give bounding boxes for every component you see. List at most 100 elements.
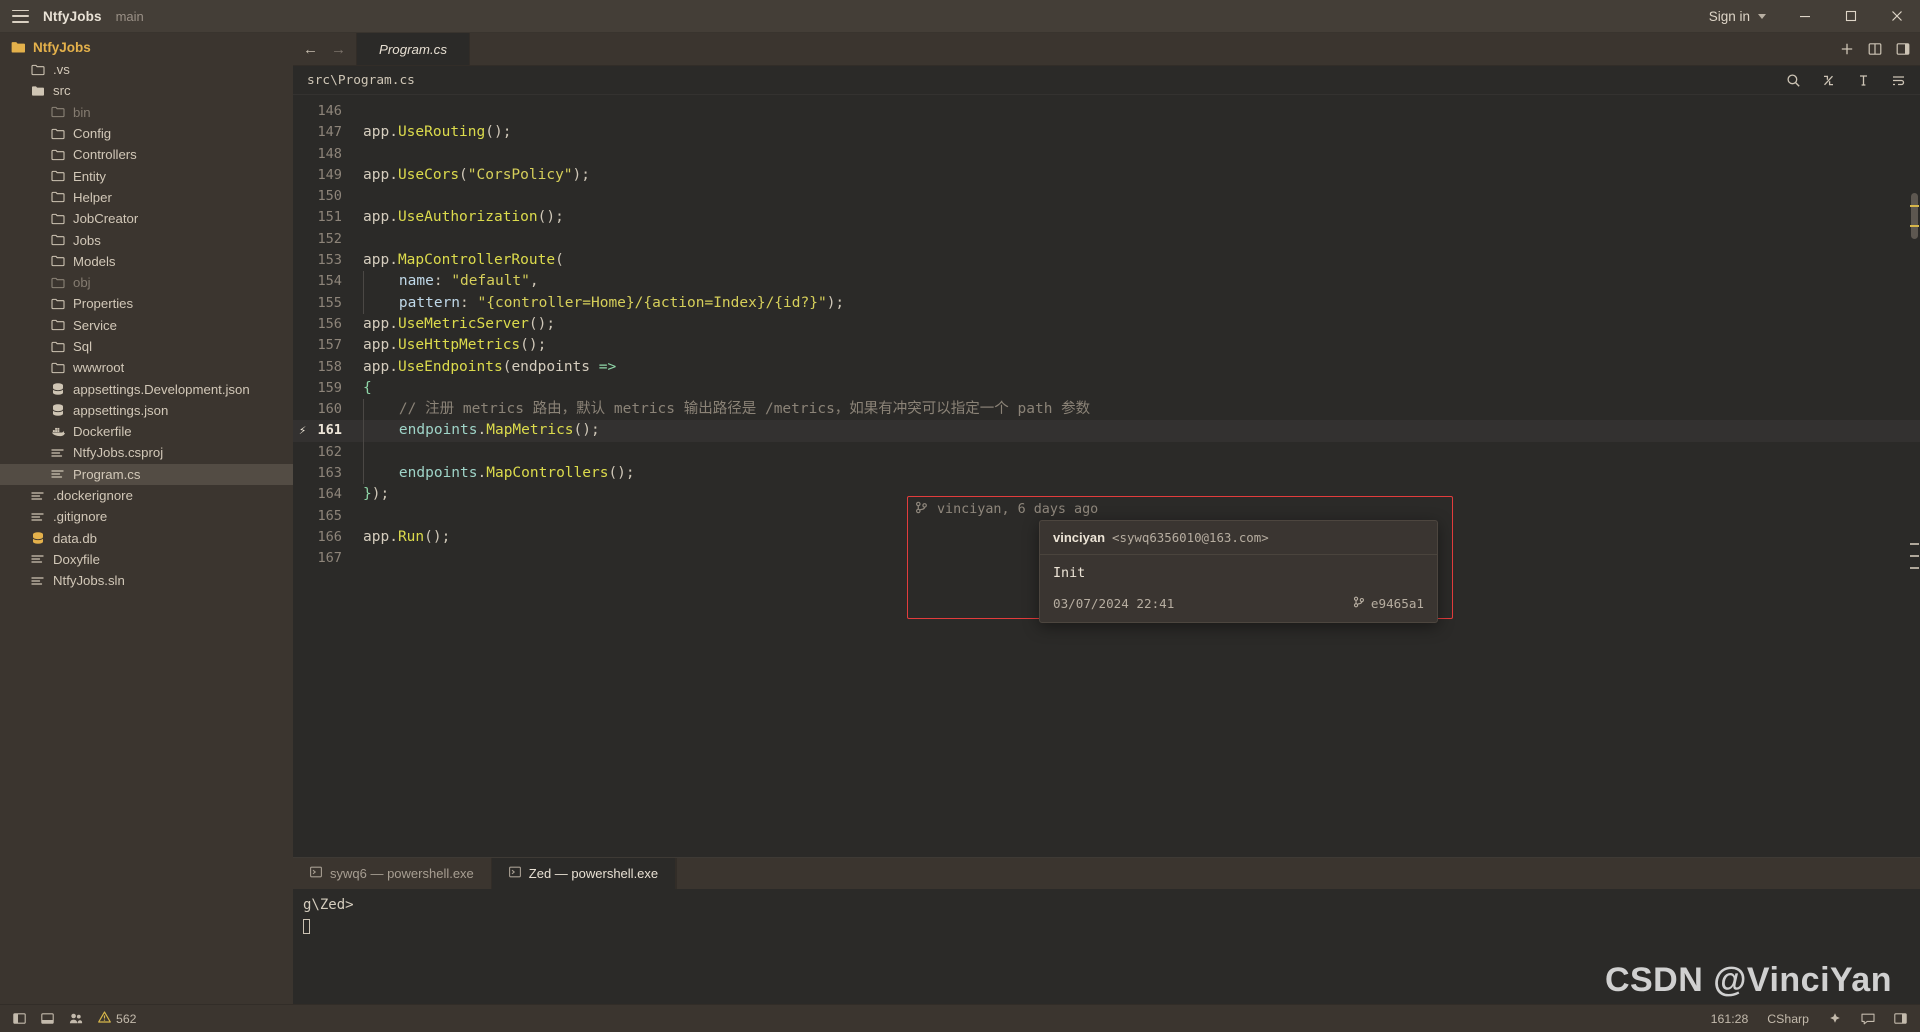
terminal-output[interactable]: g\Zed> [293, 889, 1920, 1004]
file-tree-item-src[interactable]: src [0, 80, 293, 101]
file-tree-item-properties[interactable]: Properties [0, 293, 293, 314]
folder-icon [50, 275, 66, 291]
editor-scrollbar[interactable] [1908, 95, 1920, 857]
chevron-down-icon[interactable] [1758, 13, 1766, 19]
maximize-button[interactable] [1828, 0, 1874, 33]
file-tree-item-helper[interactable]: Helper [0, 187, 293, 208]
terminal-tab-0[interactable]: sywq6 — powershell.exe [293, 858, 492, 889]
terminal-tab-1[interactable]: Zed — powershell.exe [491, 858, 677, 889]
file-tree-item-ntfyjobs-sln[interactable]: NtfyJobs.sln [0, 570, 293, 591]
code-line[interactable]: 149 app.UseCors("CorsPolicy"); [293, 165, 1920, 186]
code-line[interactable]: 157 app.UseHttpMetrics(); [293, 335, 1920, 356]
file-tree-item-jobcreator[interactable]: JobCreator [0, 208, 293, 229]
minimize-button[interactable] [1782, 0, 1828, 33]
file-tree-item-appsettings-json[interactable]: appsettings.json [0, 400, 293, 421]
code-line[interactable]: 152 [293, 229, 1920, 250]
file-tree-item-dockerfile[interactable]: Dockerfile [0, 421, 293, 442]
project-name[interactable]: NtfyJobs [43, 9, 102, 24]
code-token: (); [520, 337, 547, 354]
status-warning[interactable]: 562 [98, 1011, 137, 1026]
inline-blame[interactable]: vinciyan, 6 days ago [915, 499, 1098, 520]
breakpoint-bolt-icon[interactable]: ⚡ [299, 420, 306, 441]
file-tree-item-controllers[interactable]: Controllers [0, 144, 293, 165]
terminal-panel-icon[interactable] [41, 1012, 54, 1025]
code-line[interactable]: 150 [293, 186, 1920, 207]
code-line[interactable]: 160 // 注册 metrics 路由，默认 metrics 输出路径是 /m… [293, 399, 1920, 421]
file-tree-item-obj[interactable]: obj [0, 272, 293, 293]
language-selector[interactable]: CSharp [1767, 1012, 1809, 1026]
file-tree-item-program-cs[interactable]: Program.cs [0, 463, 293, 485]
code-line[interactable]: 146 [293, 101, 1920, 122]
go-back-icon[interactable]: ← [303, 42, 318, 57]
plus-icon[interactable] [1840, 42, 1854, 56]
file-tree-item-bin[interactable]: bin [0, 102, 293, 123]
file-tree-item-label: src [53, 83, 71, 99]
toggle-wrap-icon[interactable] [1891, 73, 1906, 88]
hamburger-icon[interactable] [12, 9, 29, 23]
terminal-panel[interactable]: sywq6 — powershell.exe Zed — powershell.e… [293, 857, 1920, 1004]
file-tree[interactable]: .vs src bin Config Controllers Entity Helper Jo… [0, 59, 293, 591]
tab-program-cs[interactable]: Program.cs [356, 33, 470, 65]
branch-name[interactable]: main [116, 9, 144, 24]
code-line-content: app.UseHttpMetrics(); [353, 335, 546, 356]
project-root-row[interactable]: NtfyJobs [0, 36, 293, 59]
assistant-icon[interactable] [1828, 1012, 1842, 1025]
file-tree-item-jobs[interactable]: Jobs [0, 229, 293, 250]
folder-icon [50, 211, 66, 227]
file-tree-item-vs[interactable]: .vs [0, 59, 293, 80]
file-tree-item-entity[interactable]: Entity [0, 165, 293, 186]
code-token: MapMetrics [486, 422, 574, 439]
search-icon[interactable] [1786, 73, 1801, 88]
code-line-active[interactable]: ⚡ 161 endpoints.MapMetrics(); [293, 420, 1920, 442]
code-line[interactable]: 148 [293, 144, 1920, 165]
collab-panel-icon[interactable] [69, 1012, 83, 1025]
scrollbar-marker [1910, 225, 1919, 227]
text-format-icon[interactable] [1856, 73, 1871, 88]
file-tree-item-gitignore[interactable]: .gitignore [0, 506, 293, 527]
feedback-icon[interactable] [1861, 1012, 1875, 1025]
file-tree-item-dockerignore[interactable]: .dockerignore [0, 485, 293, 506]
code-line[interactable]: 153 app.MapControllerRoute( [293, 250, 1920, 271]
sign-in-button[interactable]: Sign in [1695, 9, 1758, 24]
code-token: UseHttpMetrics [397, 337, 521, 354]
code-line[interactable]: 156 app.UseMetricServer(); [293, 314, 1920, 335]
blame-sha-group[interactable]: e9465a1 [1353, 596, 1424, 611]
terminal-tab-bar[interactable]: sywq6 — powershell.exe Zed — powershell.e… [293, 858, 1920, 889]
file-tree-item-ntfyjobs-csproj[interactable]: NtfyJobs.csproj [0, 442, 293, 463]
project-panel[interactable]: NtfyJobs .vs src bin Config Controllers Entit… [0, 33, 293, 1004]
file-tree-item-doxyfile[interactable]: Doxyfile [0, 549, 293, 570]
file-tree-item-appsettings-development-json[interactable]: appsettings.Development.json [0, 378, 293, 399]
git-diff-icon[interactable] [1821, 73, 1836, 88]
file-tree-item-data-db[interactable]: data.db [0, 528, 293, 549]
code-editor[interactable]: 146 147 app.UseRouting(); 148 149 app.UseCors… [293, 95, 1920, 857]
code-line[interactable]: 163 endpoints.MapControllers(); [293, 463, 1920, 485]
code-line[interactable]: 155 pattern: "{controller=Home}/{action=… [293, 292, 1920, 314]
right-panel-icon[interactable] [1894, 1012, 1907, 1025]
file-tree-item-models[interactable]: Models [0, 251, 293, 272]
file-tree-item-service[interactable]: Service [0, 315, 293, 336]
code-token: Run [397, 528, 425, 545]
folder-icon [50, 339, 66, 355]
line-number: 151 [317, 209, 342, 226]
code-token: app [363, 315, 390, 332]
code-line[interactable]: 151 app.UseAuthorization(); [293, 207, 1920, 228]
code-line[interactable]: 158 app.UseEndpoints(endpoints => [293, 357, 1920, 378]
toggle-right-panel-icon[interactable] [1896, 42, 1910, 56]
file-tree-item-config[interactable]: Config [0, 123, 293, 144]
split-pane-icon[interactable] [1868, 42, 1882, 56]
code-line[interactable]: 159 { [293, 378, 1920, 399]
code-line[interactable]: 147 app.UseRouting(); [293, 122, 1920, 143]
code-line-content: name: "default", [353, 271, 539, 293]
file-tree-item-label: Program.cs [73, 466, 141, 482]
close-button[interactable] [1874, 0, 1920, 33]
file-tree-item-sql[interactable]: Sql [0, 336, 293, 357]
folder-icon [50, 189, 66, 205]
go-forward-icon[interactable]: → [331, 42, 346, 57]
project-panel-icon[interactable] [13, 1012, 26, 1025]
file-tree-item-wwwroot[interactable]: wwwroot [0, 357, 293, 378]
code-token: (); [528, 315, 556, 332]
breadcrumb-path[interactable]: src\Program.cs [307, 73, 415, 88]
cursor-position[interactable]: 161:28 [1711, 1012, 1749, 1026]
code-line[interactable]: 162 [293, 441, 1920, 464]
code-line[interactable]: 154 name: "default", [293, 271, 1920, 293]
